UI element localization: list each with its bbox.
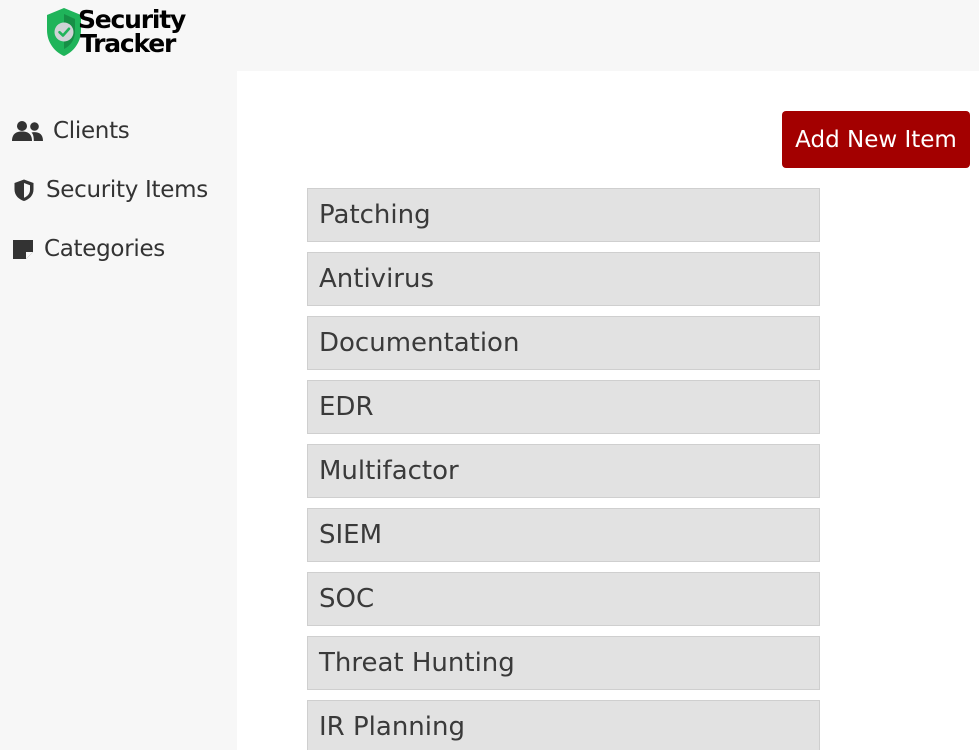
users-icon bbox=[12, 121, 43, 141]
main-content: Add New Item Patching Antivirus Document… bbox=[237, 71, 979, 750]
sidebar-item-security-items-label: Security Items bbox=[46, 177, 208, 203]
list-item[interactable]: SOC bbox=[307, 572, 820, 626]
logo-text: Security Tracker bbox=[78, 7, 186, 58]
top-bar: Security Tracker bbox=[0, 0, 979, 71]
list-item[interactable]: Patching bbox=[307, 188, 820, 242]
list-item[interactable]: Multifactor bbox=[307, 444, 820, 498]
note-icon bbox=[13, 240, 33, 259]
shield-icon bbox=[14, 179, 34, 201]
sidebar-item-clients-label: Clients bbox=[53, 118, 130, 144]
list-item[interactable]: EDR bbox=[307, 380, 820, 434]
sidebar-item-security-items[interactable]: Security Items bbox=[12, 177, 208, 203]
list-item[interactable]: SIEM bbox=[307, 508, 820, 562]
sidebar-item-categories-label: Categories bbox=[44, 236, 165, 262]
app-window: Security Tracker Clients Security Items bbox=[0, 0, 979, 750]
security-items-list: Patching Antivirus Documentation EDR Mul… bbox=[307, 188, 820, 750]
sidebar-item-categories[interactable]: Categories bbox=[12, 236, 165, 262]
logo-text-line2: Tracker bbox=[80, 29, 176, 58]
add-new-item-button[interactable]: Add New Item bbox=[782, 111, 970, 168]
list-item[interactable]: Antivirus bbox=[307, 252, 820, 306]
sidebar: Clients Security Items Categories bbox=[0, 71, 237, 750]
sidebar-item-clients[interactable]: Clients bbox=[12, 118, 130, 144]
list-item[interactable]: IR Planning bbox=[307, 700, 820, 750]
logo[interactable]: Security Tracker bbox=[44, 6, 186, 58]
list-item[interactable]: Threat Hunting bbox=[307, 636, 820, 690]
list-item[interactable]: Documentation bbox=[307, 316, 820, 370]
